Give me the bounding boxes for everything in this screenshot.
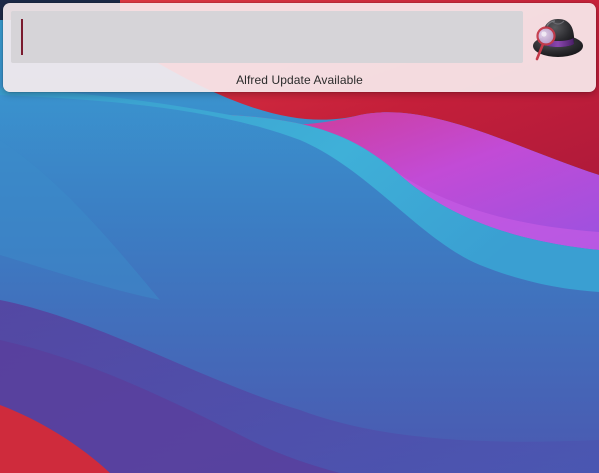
update-status-text[interactable]: Alfred Update Available (3, 73, 596, 87)
search-input[interactable] (11, 11, 523, 63)
alfred-hat-icon[interactable] (530, 14, 584, 62)
alfred-search-window: Alfred Update Available (3, 3, 596, 92)
text-caret (21, 19, 23, 55)
search-field[interactable] (11, 11, 523, 63)
